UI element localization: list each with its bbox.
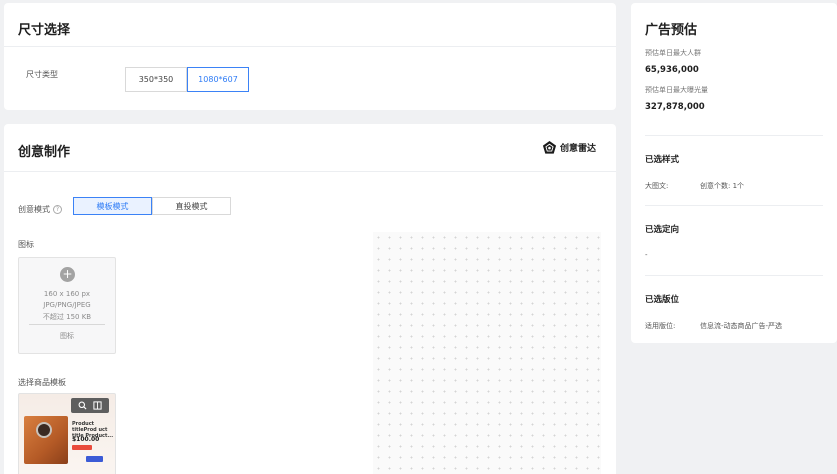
ad-estimate-card: 广告预估 预估单日最大人群 65,936,000 预估单日最大曝光量 327,8… bbox=[631, 3, 837, 343]
upload-caption: 图标 bbox=[60, 332, 74, 340]
creative-mode-selector: 模板模式 直投模式 bbox=[73, 197, 231, 215]
creative-radar-label: 创意雷达 bbox=[560, 144, 597, 154]
size-type-selector: 350*350 1080*607 bbox=[125, 67, 249, 92]
template-card[interactable]: Product titleProd uct title Product... $… bbox=[18, 393, 116, 474]
selected-placement-title: 已选版位 bbox=[645, 295, 680, 305]
help-icon[interactable]: ? bbox=[53, 205, 62, 214]
size-option-350[interactable]: 350*350 bbox=[125, 67, 187, 92]
exposure-label: 预估单日最大曝光量 bbox=[645, 86, 708, 94]
size-selection-title: 尺寸选择 bbox=[18, 23, 71, 38]
size-type-label: 尺寸类型 bbox=[26, 70, 58, 79]
size-option-1080[interactable]: 1080*607 bbox=[187, 67, 249, 92]
divider bbox=[4, 171, 616, 172]
selected-style-title: 已选样式 bbox=[645, 155, 680, 165]
audience-value: 65,936,000 bbox=[645, 65, 699, 75]
creative-title: 创意制作 bbox=[18, 145, 71, 160]
zoom-icon[interactable] bbox=[78, 401, 87, 410]
upload-size-text: 160 x 160 px bbox=[43, 290, 91, 298]
template-toolbar bbox=[71, 398, 109, 413]
placement-value: 信息流-动态商品广告-严选 bbox=[700, 322, 783, 330]
camera-module bbox=[36, 422, 52, 438]
creative-radar-button[interactable]: 创意雷达 bbox=[542, 140, 596, 155]
audience-label: 预估单日最大人群 bbox=[645, 49, 701, 57]
icon-section-label: 图标 bbox=[18, 240, 34, 249]
upload-format-text: JPG/PNG/JPEG bbox=[43, 301, 91, 309]
placement-label: 适用版位: bbox=[645, 322, 676, 330]
divider bbox=[645, 135, 823, 136]
selected-targeting-title: 已选定向 bbox=[645, 225, 680, 235]
radar-icon bbox=[542, 140, 557, 154]
product-image bbox=[24, 416, 68, 464]
divider bbox=[4, 46, 616, 47]
creative-card: 创意制作 创意雷达 创意模式 ? 模板模式 直投模式 图标 + 160 x 16… bbox=[4, 124, 616, 474]
creative-mode-label: 创意模式 ? bbox=[18, 204, 62, 215]
mode-option-direct[interactable]: 直投模式 bbox=[152, 197, 231, 215]
creative-preview-canvas bbox=[373, 232, 601, 474]
creative-mode-text: 创意模式 bbox=[18, 205, 50, 214]
upload-limit-text: 不超过 150 KB bbox=[42, 313, 92, 321]
size-selection-card: 尺寸选择 尺寸类型 350*350 1080*607 bbox=[4, 3, 616, 110]
preview-icon[interactable] bbox=[93, 401, 102, 410]
divider bbox=[645, 205, 823, 206]
shop-badge bbox=[72, 445, 92, 450]
icon-upload-box[interactable]: + 160 x 160 px JPG/PNG/JPEG 不超过 150 KB 图… bbox=[18, 257, 116, 354]
style-name: 大图文: bbox=[645, 182, 669, 190]
add-icon: + bbox=[60, 267, 75, 282]
estimate-title: 广告预估 bbox=[645, 23, 698, 38]
mode-option-template[interactable]: 模板模式 bbox=[73, 197, 152, 215]
buy-button bbox=[86, 456, 103, 462]
exposure-value: 327,878,000 bbox=[645, 102, 705, 112]
upload-divider bbox=[29, 324, 105, 325]
template-section-label: 选择商品模板 bbox=[18, 378, 66, 387]
style-count: 创意个数: 1个 bbox=[700, 182, 745, 190]
targeting-value: - bbox=[645, 251, 648, 259]
divider bbox=[645, 275, 823, 276]
product-price: $100.00 bbox=[72, 436, 100, 443]
